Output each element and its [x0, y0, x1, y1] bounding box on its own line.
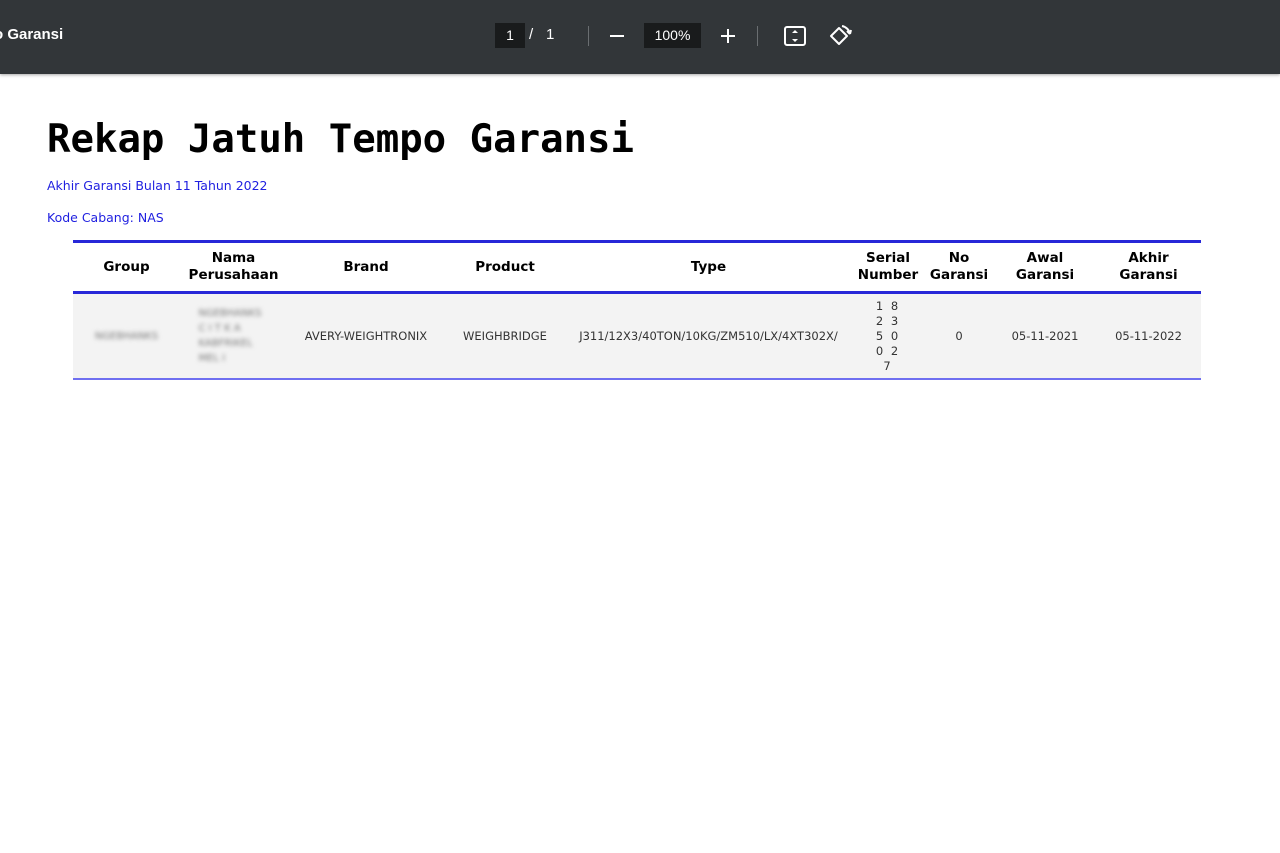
header-no-garansi: No Garansi [924, 240, 994, 294]
cell-group: NGEBHANKS [73, 292, 180, 380]
header-akhir-garansi: Akhir Garansi [1096, 240, 1201, 294]
page-total: 1 [546, 26, 555, 43]
document-title: o Garansi [0, 26, 64, 43]
warranty-period-label: Akhir Garansi Bulan 11 Tahun 2022 [47, 178, 268, 193]
header-awal-garansi: Awal Garansi [994, 240, 1096, 294]
cell-serial-number-text: 1 8 2 3 5 0 0 2 7 [875, 298, 901, 373]
zoom-out-button[interactable] [603, 22, 631, 50]
header-brand: Brand [287, 240, 445, 294]
cell-no-garansi: 0 [924, 292, 994, 380]
cell-akhir-garansi: 05-11-2022 [1096, 292, 1201, 380]
minus-icon [610, 35, 624, 37]
header-group: Group [73, 240, 180, 294]
toolbar-divider [757, 26, 758, 46]
cell-awal-garansi: 05-11-2021 [994, 292, 1096, 380]
cell-nama-perusahaan: NGEBHANKS C I T K A KABFRIKEL MEL I [180, 292, 287, 380]
page-separator: / [529, 26, 534, 43]
page-title: Rekap Jatuh Tempo Garansi [47, 117, 634, 162]
header-product: Product [445, 240, 565, 294]
pdf-toolbar: o Garansi 1 / 1 100% [0, 0, 1280, 74]
zoom-input[interactable]: 100% [644, 23, 701, 48]
cell-product: WEIGHBRIDGE [445, 292, 565, 380]
plus-icon [721, 29, 735, 43]
page-number-input[interactable]: 1 [495, 23, 525, 48]
header-serial-number: Serial Number [852, 240, 924, 294]
toolbar-divider [588, 26, 589, 46]
cell-serial-number: 1 8 2 3 5 0 0 2 7 [852, 292, 924, 380]
table-header-row: Group Nama Perusahaan Brand Product Type… [73, 240, 1201, 294]
rotate-button[interactable] [826, 22, 854, 50]
table-row: NGEBHANKS NGEBHANKS C I T K A KABFRIKEL … [73, 292, 1201, 380]
rotate-icon [830, 25, 852, 45]
header-type: Type [565, 240, 852, 294]
fit-page-button[interactable] [781, 22, 809, 50]
cell-nama-perusahaan-text: NGEBHANKS C I T K A KABFRIKEL MEL I [198, 308, 262, 364]
warranty-table: Group Nama Perusahaan Brand Product Type… [73, 240, 1201, 380]
cell-group-text: NGEBHANKS [94, 331, 159, 342]
fit-page-icon [784, 26, 806, 46]
branch-code-label: Kode Cabang: NAS [47, 210, 164, 225]
header-nama-perusahaan: Nama Perusahaan [180, 240, 287, 294]
zoom-in-button[interactable] [714, 22, 742, 50]
cell-brand: AVERY-WEIGHTRONIX [287, 292, 445, 380]
cell-type: J311/12X3/40TON/10KG/ZM510/LX/4XT302X/ [565, 292, 852, 380]
